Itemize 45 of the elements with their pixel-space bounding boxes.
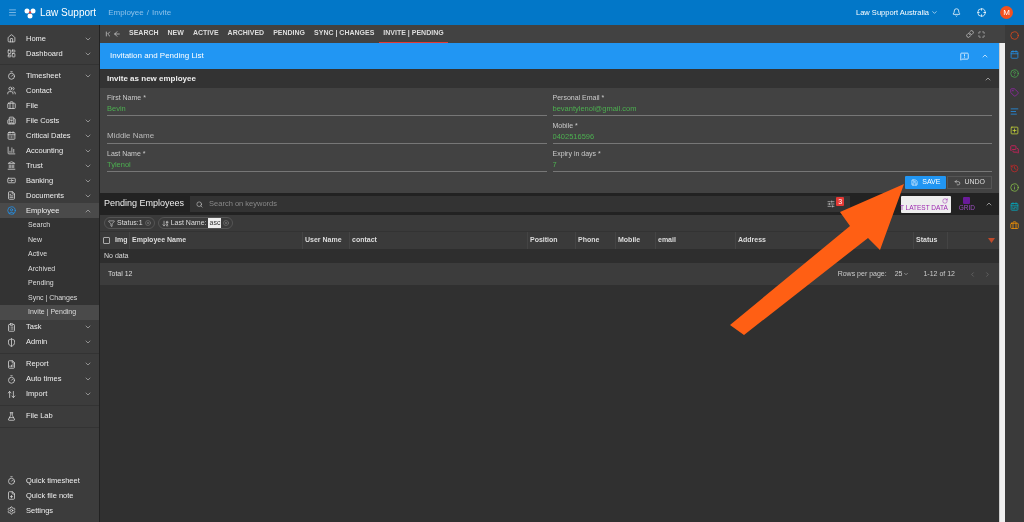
collapse-icon[interactable] — [985, 200, 993, 208]
chevron-down-icon[interactable] — [84, 390, 92, 398]
chevron-down-icon[interactable] — [84, 323, 92, 331]
remove-icon[interactable] — [223, 220, 230, 226]
bell-icon[interactable] — [952, 8, 961, 17]
text-field[interactable]: Middle Name — [107, 130, 547, 142]
chevron-down-icon[interactable] — [84, 338, 92, 346]
notes-icon[interactable] — [1010, 107, 1019, 116]
breadcrumb-separator: / — [146, 6, 149, 19]
plus-icon[interactable] — [1010, 126, 1019, 135]
fullscreen-icon[interactable] — [978, 30, 985, 38]
save-icon — [911, 179, 919, 186]
caret-icon — [931, 9, 938, 16]
section-title: Invite as new employee — [107, 72, 197, 85]
dropdown-triangle-icon[interactable] — [988, 238, 995, 243]
sort-icon — [161, 219, 169, 227]
chevron-down-icon[interactable] — [84, 375, 92, 383]
chevron-down-icon[interactable] — [84, 360, 92, 368]
crosshair-icon[interactable] — [977, 8, 986, 17]
select-all-checkbox[interactable] — [103, 237, 110, 244]
refresh-icon — [941, 197, 948, 204]
circle-icon[interactable] — [1010, 31, 1019, 40]
search-icon — [196, 200, 204, 208]
chat-icon[interactable] — [1010, 145, 1019, 154]
breadcrumb-current: Invite — [151, 6, 172, 19]
brand-name: Law Support — [40, 6, 97, 20]
calendar-icon[interactable] — [1010, 50, 1019, 59]
remove-icon[interactable] — [144, 220, 151, 226]
briefcase-icon[interactable] — [1010, 221, 1019, 230]
grid-icon — [963, 197, 971, 204]
scrollbar[interactable] — [999, 43, 1005, 522]
help-icon[interactable] — [1010, 69, 1019, 78]
logo-icon — [23, 6, 37, 19]
pending-title: Pending Employees — [104, 197, 185, 211]
feedback-icon[interactable] — [960, 51, 969, 61]
column-settings-icon[interactable] — [827, 200, 836, 208]
first-page-icon[interactable] — [104, 30, 112, 38]
caret-icon — [903, 271, 910, 277]
panel-title: Invitation and Pending List — [110, 50, 205, 62]
filter-icon — [108, 219, 115, 227]
link-icon[interactable] — [966, 30, 974, 38]
calendar-icon[interactable] — [1010, 202, 1019, 211]
undo-icon — [954, 179, 962, 186]
info-icon[interactable] — [1010, 183, 1019, 192]
back-arrow-icon[interactable] — [113, 30, 121, 38]
